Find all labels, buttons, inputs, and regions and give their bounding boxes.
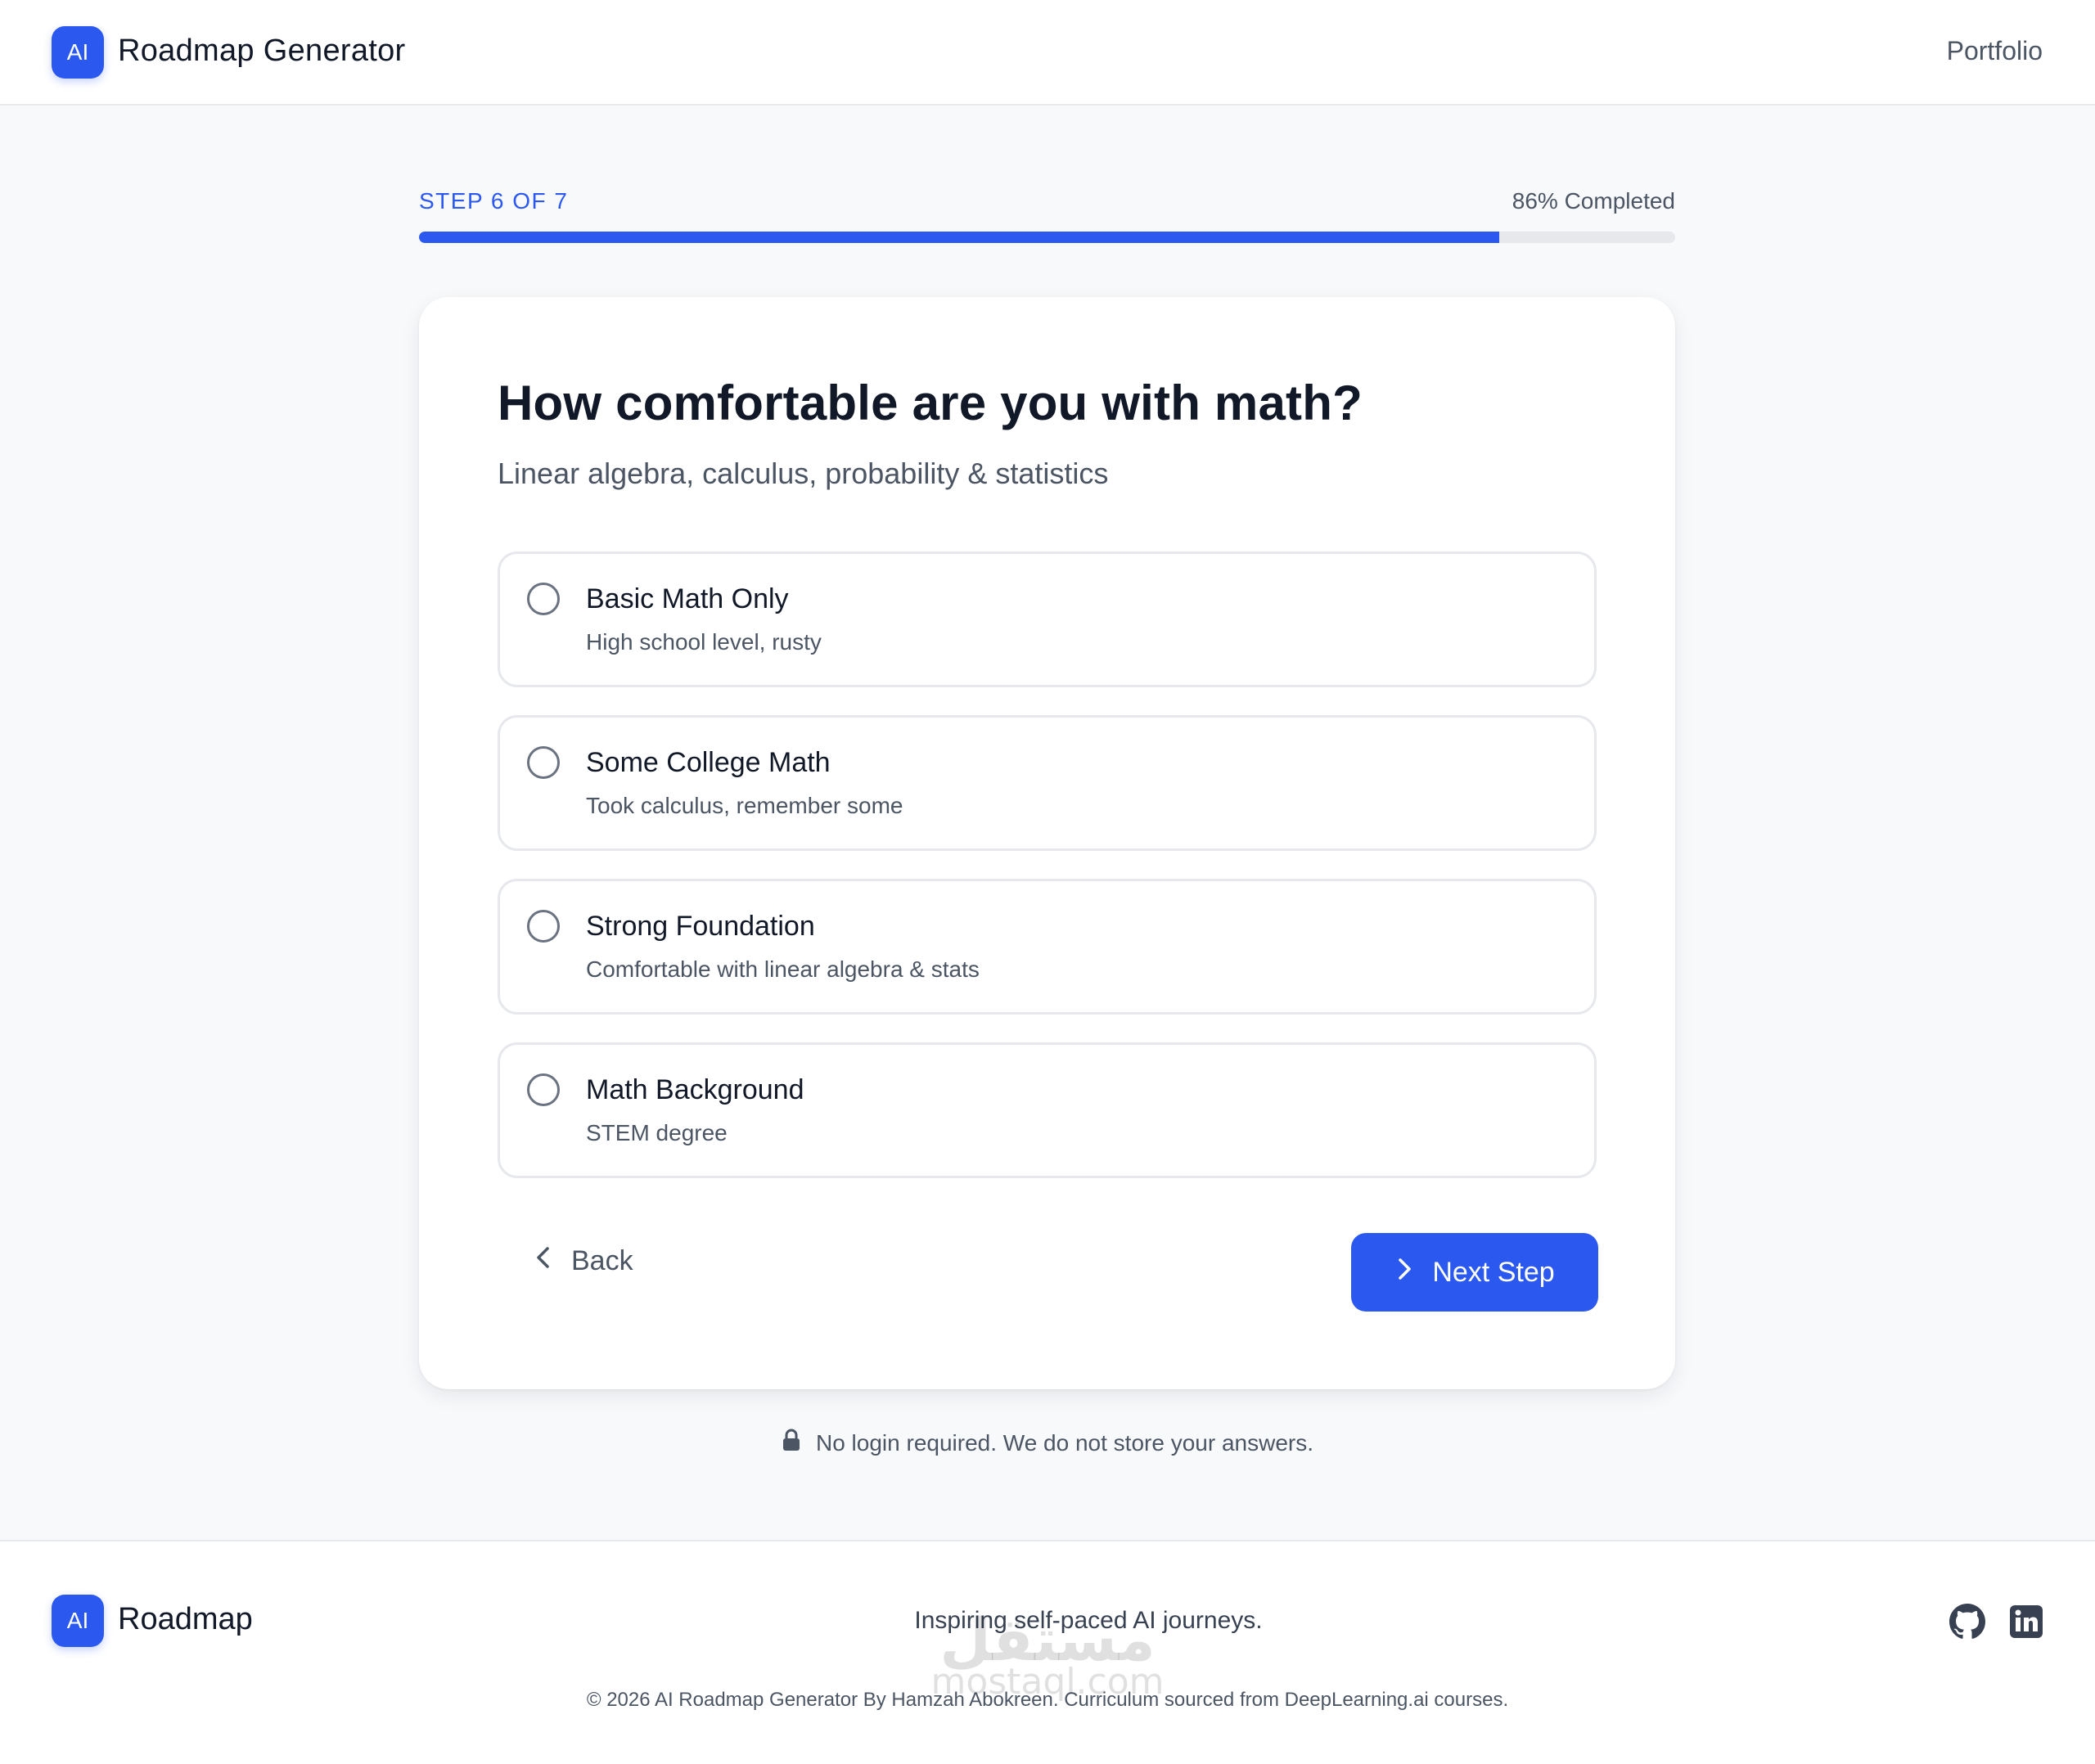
back-button[interactable]: Back	[534, 1236, 633, 1285]
watermark-latin: mostaql.com	[930, 1661, 1165, 1703]
linkedin-icon[interactable]	[2008, 1604, 2044, 1640]
lock-icon	[782, 1429, 801, 1457]
top-header: AI Roadmap Generator Portfolio	[0, 0, 2095, 106]
next-step-button[interactable]: Next Step	[1351, 1233, 1598, 1312]
option-math-background[interactable]: Math Background STEM degree	[498, 1042, 1597, 1178]
privacy-note: No login required. We do not store your …	[0, 1429, 2095, 1457]
option-title: Math Background	[586, 1074, 804, 1105]
option-title: Some College Math	[586, 747, 831, 778]
question-title: How comfortable are you with math?	[498, 376, 1363, 430]
step-indicator: STEP 6 OF 7	[419, 188, 569, 214]
chevron-right-icon	[1394, 1256, 1414, 1289]
option-strong-foundation[interactable]: Strong Foundation Comfortable with linea…	[498, 879, 1597, 1015]
radio-button[interactable]	[527, 746, 560, 779]
question-card: How comfortable are you with math? Linea…	[419, 297, 1675, 1389]
option-description: Took calculus, remember some	[586, 793, 903, 818]
logo-badge[interactable]: AI	[52, 26, 104, 79]
progress-bar	[419, 232, 1675, 243]
option-basic-math-only[interactable]: Basic Math Only High school level, rusty	[498, 551, 1597, 687]
progress-percent-label: 86% Completed	[1512, 188, 1675, 214]
radio-button[interactable]	[527, 910, 560, 943]
watermark: مستقل mostaql.com	[917, 1610, 1178, 1700]
brand-title[interactable]: Roadmap Generator	[118, 34, 406, 69]
radio-button[interactable]	[527, 1073, 560, 1106]
option-title: Basic Math Only	[586, 583, 789, 614]
option-some-college-math[interactable]: Some College Math Took calculus, remembe…	[498, 715, 1597, 851]
github-icon[interactable]	[1949, 1604, 1985, 1640]
logo-text: AI	[66, 39, 89, 65]
option-description: High school level, rusty	[586, 629, 822, 655]
privacy-text: No login required. We do not store your …	[815, 1429, 1313, 1456]
option-title: Strong Foundation	[586, 911, 815, 942]
question-subtitle: Linear algebra, calculus, probability & …	[498, 457, 1109, 490]
chevron-left-icon	[534, 1244, 553, 1278]
nav-link-portfolio[interactable]: Portfolio	[1947, 36, 2043, 66]
back-button-label: Back	[571, 1244, 633, 1276]
progress-bar-fill	[419, 232, 1500, 243]
option-description: STEM degree	[586, 1120, 728, 1145]
next-button-label: Next Step	[1432, 1256, 1555, 1288]
radio-button[interactable]	[527, 583, 560, 615]
option-description: Comfortable with linear algebra & stats	[586, 956, 980, 982]
